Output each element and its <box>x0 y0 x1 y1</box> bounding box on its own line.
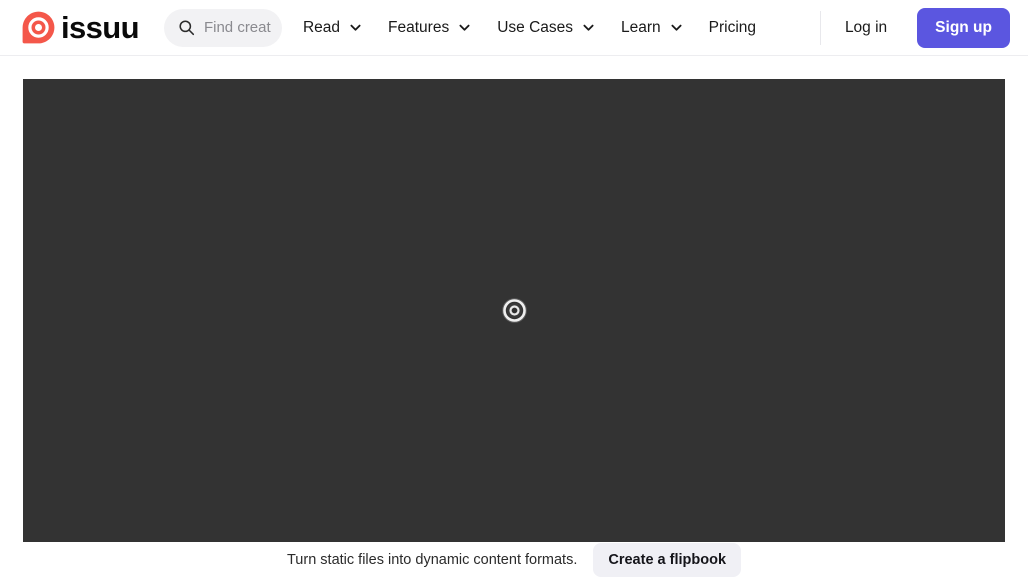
document-viewer[interactable] <box>23 79 1005 542</box>
issuu-logo[interactable]: issuu <box>22 10 140 45</box>
nav-item-use-cases-label: Use Cases <box>497 18 574 36</box>
issuu-loading-spinner-icon <box>501 298 527 323</box>
search-box[interactable] <box>163 8 282 47</box>
search-input[interactable] <box>203 19 272 36</box>
nav-item-pricing[interactable]: Pricing <box>696 8 769 48</box>
signup-button[interactable]: Sign up <box>917 7 1010 48</box>
promo-bar: Turn static files into dynamic content f… <box>23 542 1005 578</box>
chevron-down-icon <box>458 21 471 34</box>
login-link[interactable]: Log in <box>841 11 891 45</box>
nav-item-learn-label: Learn <box>621 18 661 36</box>
nav-item-read[interactable]: Read <box>290 8 375 48</box>
nav-item-read-label: Read <box>302 18 341 36</box>
search-icon <box>178 19 195 36</box>
chevron-down-icon <box>582 21 595 34</box>
nav-item-use-cases[interactable]: Use Cases <box>484 8 608 48</box>
issuu-wordmark: issuu <box>61 10 140 45</box>
create-flipbook-button[interactable]: Create a flipbook <box>593 543 742 577</box>
chevron-down-icon <box>349 21 362 34</box>
nav-item-learn[interactable]: Learn <box>608 8 696 48</box>
nav-item-pricing-label: Pricing <box>708 18 757 36</box>
nav-item-features-label: Features <box>388 18 450 36</box>
primary-nav: Read Features Use Cases Learn Pricing <box>290 8 769 48</box>
header-divider <box>819 10 821 45</box>
site-header: issuu Read Features <box>0 0 1028 56</box>
nav-item-features[interactable]: Features <box>375 8 484 48</box>
issuu-logo-mark-icon <box>22 11 55 44</box>
chevron-down-icon <box>670 21 683 34</box>
promo-text: Turn static files into dynamic content f… <box>286 551 578 568</box>
header-actions: Log in Sign up <box>819 7 1010 48</box>
